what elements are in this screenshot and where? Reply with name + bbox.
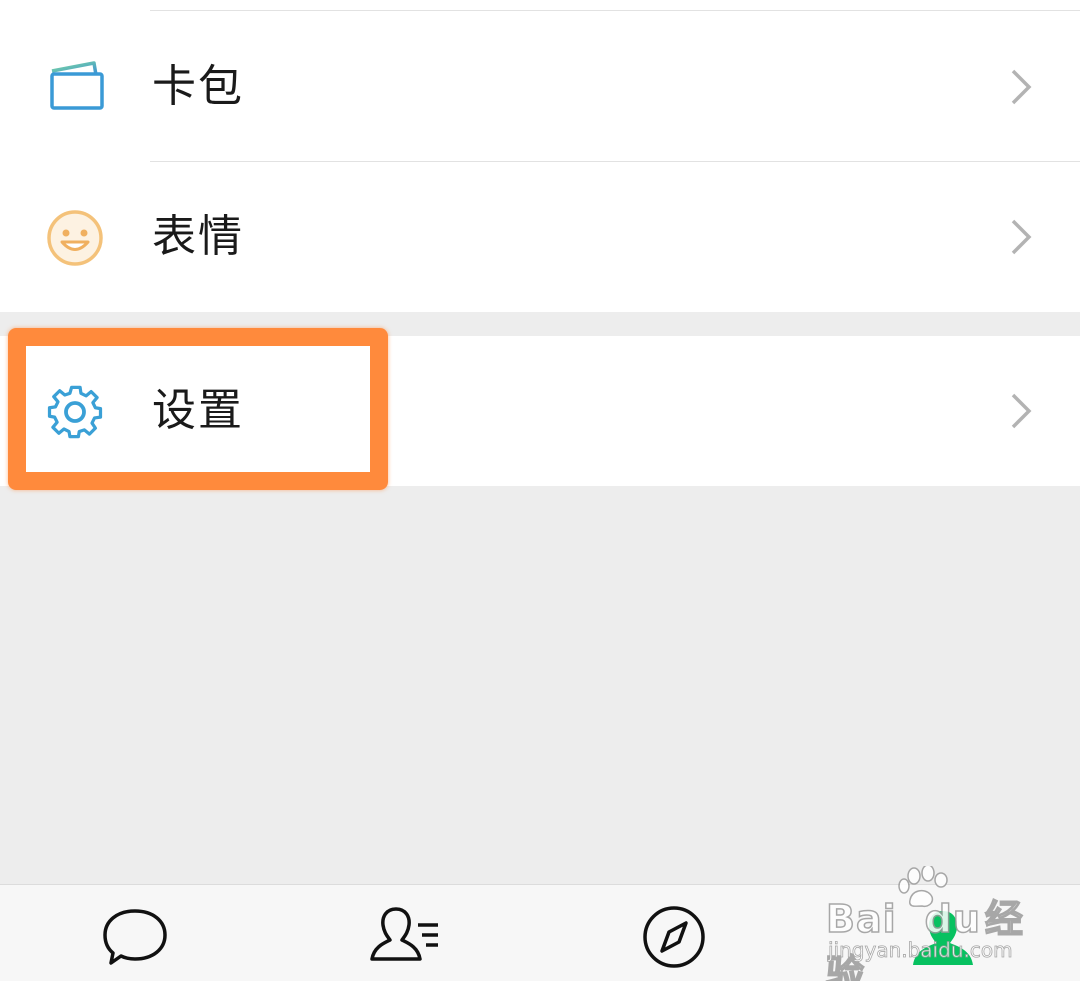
top-divider <box>150 10 1080 11</box>
baidu-jingyan-watermark: Bai du 经验 jingyan.baidu.com <box>825 866 1036 981</box>
contacts-icon <box>366 903 446 969</box>
chevron-right-icon <box>1005 217 1039 257</box>
menu-group-top: 卡包 表情 <box>0 0 1080 312</box>
smiley-icon <box>44 207 106 269</box>
tab-chats[interactable] <box>95 903 175 973</box>
menu-item-label: 卡包 <box>152 61 244 112</box>
chat-bubble-icon <box>95 903 175 969</box>
menu-item-label: 表情 <box>152 211 244 262</box>
chevron-right-icon <box>1005 391 1039 431</box>
tab-contacts[interactable] <box>366 903 446 973</box>
menu-item-stickers[interactable]: 表情 <box>0 162 1080 312</box>
tab-discover[interactable] <box>636 903 716 973</box>
chevron-right-icon <box>1005 67 1039 107</box>
watermark-url: jingyan.baidu.com <box>828 938 1013 963</box>
watermark-brand: Bai du 经验 <box>825 896 1024 981</box>
compass-icon <box>636 903 716 969</box>
menu-item-card-wallet[interactable]: 卡包 <box>0 12 1080 162</box>
settings-highlight-box <box>8 328 388 490</box>
card-wallet-icon <box>44 57 106 119</box>
